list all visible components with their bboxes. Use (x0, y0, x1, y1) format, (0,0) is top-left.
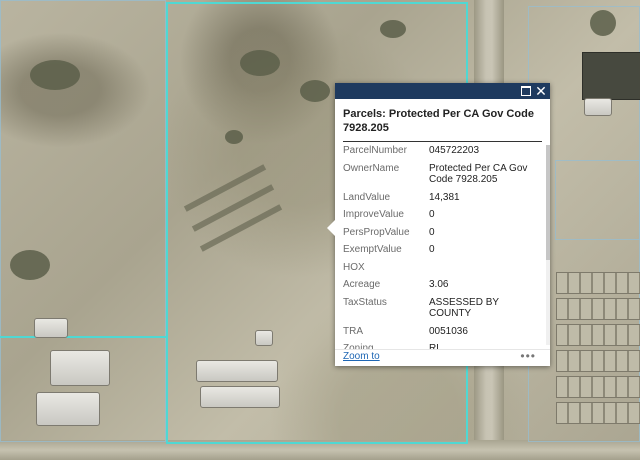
maximize-icon[interactable] (519, 84, 533, 98)
popup-pointer (327, 220, 335, 236)
greenhouse-building (200, 386, 280, 408)
attribute-key: ExemptValue (343, 244, 402, 255)
greenhouse-building (196, 360, 278, 382)
attribute-row: OwnerName Protected Per CA Gov Code 7928.… (343, 163, 543, 192)
livestock-pen (556, 324, 640, 346)
attribute-row: ImproveValue 0 (343, 209, 543, 227)
zoom-to-link[interactable]: Zoom to (343, 351, 380, 362)
attribute-key: PersPropValue (343, 226, 410, 238)
popup-title: Parcels: Protected Per CA Gov Code 7928.… (343, 107, 542, 142)
greenhouse-building (50, 350, 110, 386)
parcel-info-popup[interactable]: ✕ Parcels: Protected Per CA Gov Code 792… (327, 83, 550, 366)
attribute-value: 0 (429, 226, 435, 238)
attribute-row: HOX (343, 262, 543, 280)
attribute-value: 0 (429, 244, 435, 255)
shrub (30, 60, 80, 90)
popup-scrollbar[interactable] (546, 145, 550, 345)
attribute-key: ImproveValue (343, 209, 404, 220)
attribute-value: 0051036 (429, 325, 468, 337)
livestock-pen (556, 298, 640, 320)
attribute-key: LandValue (343, 191, 391, 203)
attribute-value: 0 (429, 209, 435, 220)
popup-content[interactable]: ParcelNumber 045722203 OwnerName Protected … (335, 145, 548, 350)
livestock-pen (556, 350, 640, 372)
attribute-key: TRA (343, 325, 363, 337)
attribute-key: HOX (343, 261, 365, 273)
attribute-key: OwnerName (343, 162, 400, 174)
parcel-boundary-east-small (555, 160, 640, 240)
greenhouse-building (36, 392, 100, 426)
popup-header: ✕ (335, 83, 550, 99)
attribute-value: ASSESSED BY COUNTY (429, 296, 499, 320)
attribute-table: ParcelNumber 045722203 OwnerName Protected … (343, 145, 543, 350)
attribute-value: Protected Per CA Gov Code 7928.205 (429, 162, 528, 186)
livestock-pen (556, 376, 640, 398)
livestock-pen (556, 272, 640, 294)
attribute-value: 045722203 (429, 145, 480, 156)
dark-roof-building (582, 52, 640, 100)
attribute-row: LandValue 14,381 (343, 192, 543, 210)
attribute-row: TaxStatus ASSESSED BY COUNTY (343, 297, 543, 326)
attribute-row: TRA 0051036 (343, 326, 543, 344)
shrub (300, 80, 330, 102)
livestock-pen (556, 402, 640, 424)
popup-footer: Zoom to ••• (335, 349, 550, 366)
small-building (584, 98, 612, 116)
attribute-value: 14,381 (429, 191, 460, 203)
more-options-icon[interactable]: ••• (520, 349, 536, 363)
close-icon[interactable]: ✕ (534, 84, 548, 98)
shrub (240, 50, 280, 76)
small-structure (255, 330, 273, 346)
attribute-row: PersPropValue 0 (343, 227, 543, 245)
parcel-line-west-split (0, 336, 168, 338)
attribute-key: TaxStatus (343, 296, 387, 308)
shrub (225, 130, 243, 144)
scrollbar-thumb[interactable] (546, 145, 550, 260)
shrub (10, 250, 50, 280)
shrub (380, 20, 406, 38)
attribute-key: Acreage (343, 279, 381, 290)
shrub (590, 10, 616, 36)
attribute-row: ParcelNumber 045722203 (343, 145, 543, 163)
attribute-row: ExemptValue 0 (343, 244, 543, 262)
attribute-key: ParcelNumber (343, 145, 407, 156)
attribute-row: Acreage 3.06 (343, 279, 543, 297)
attribute-value (429, 262, 543, 280)
small-building (34, 318, 68, 338)
attribute-value: 3.06 (429, 279, 449, 290)
